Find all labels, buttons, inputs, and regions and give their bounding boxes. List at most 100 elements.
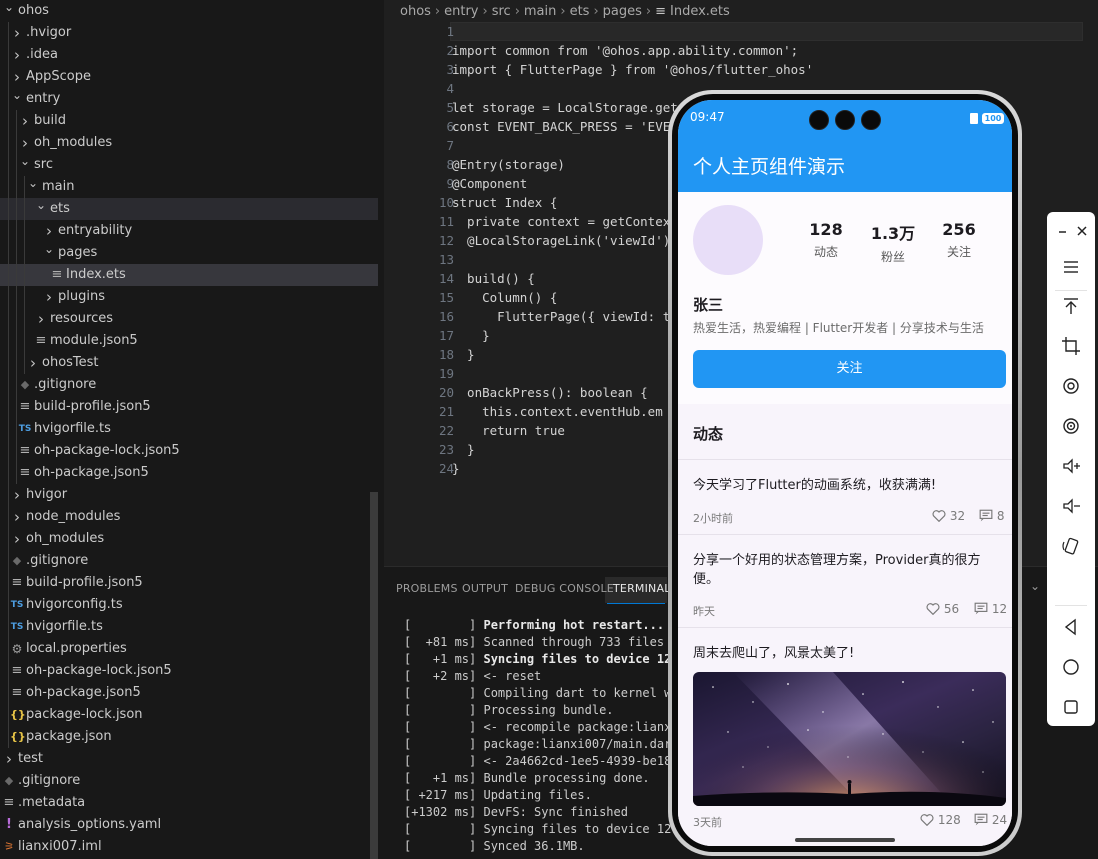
explorer-item[interactable]: ⌄ pages bbox=[0, 242, 378, 264]
explorer-item[interactable]: TS hvigorfile.ts bbox=[0, 418, 378, 440]
explorer-item[interactable]: › oh_modules bbox=[0, 132, 378, 154]
code-line: 3 import { FlutterPage } from '@ohos/flut… bbox=[384, 60, 1084, 79]
recent-icon[interactable] bbox=[1057, 693, 1085, 721]
line-number: 2 bbox=[446, 43, 454, 58]
explorer-item[interactable]: › ohosTest bbox=[0, 352, 378, 374]
top-icon[interactable] bbox=[1057, 292, 1085, 320]
indent-guide bbox=[8, 110, 9, 132]
home-icon[interactable] bbox=[1057, 653, 1085, 681]
screenshot-icon[interactable] bbox=[1057, 412, 1085, 440]
indent-guide bbox=[16, 286, 17, 308]
volume-down-icon[interactable] bbox=[1057, 492, 1085, 520]
explorer-item[interactable]: TS hvigorconfig.ts bbox=[0, 594, 378, 616]
like-count[interactable]: 56 bbox=[926, 602, 959, 616]
explorer-item[interactable]: ⌄ ets bbox=[0, 198, 378, 220]
explorer-item[interactable]: ≡ build-profile.json5 bbox=[0, 572, 378, 594]
explorer-item[interactable]: › test bbox=[0, 748, 378, 770]
explorer-item[interactable]: ⌄ ohos bbox=[0, 0, 378, 22]
explorer-item[interactable]: ⌄ main bbox=[0, 176, 378, 198]
gear-icon: ⚙ bbox=[11, 642, 23, 656]
terminal-line-prefix: [ +1 ms] bbox=[404, 652, 484, 666]
post-card[interactable]: 分享一个好用的状态管理方案，Provider真的很方便。 昨天 56 12 bbox=[678, 534, 1012, 627]
explorer-item[interactable]: ≡ .metadata bbox=[0, 792, 378, 814]
phone-screen[interactable]: 09:47 100 个人主页组件演示 128 动态 1.3万 粉丝 256 关注… bbox=[678, 100, 1012, 846]
explorer-item[interactable]: ◆ .gitignore bbox=[0, 550, 378, 572]
explorer-item[interactable]: › .idea bbox=[0, 44, 378, 66]
back-icon[interactable] bbox=[1057, 613, 1085, 641]
tab-problems[interactable]: PROBLEMS bbox=[396, 582, 458, 595]
explorer-item[interactable]: ⌄ entry bbox=[0, 88, 378, 110]
explorer-item[interactable]: ≡ Index.ets bbox=[0, 264, 378, 286]
tab-debug-console[interactable]: DEBUG CONSOLE bbox=[515, 582, 614, 595]
home-indicator[interactable] bbox=[795, 838, 895, 842]
crop-icon[interactable] bbox=[1057, 332, 1085, 360]
indent-guide bbox=[8, 726, 9, 748]
code-text: @Entry(storage) bbox=[452, 157, 565, 172]
explorer-item[interactable]: › plugins bbox=[0, 286, 378, 308]
explorer-item[interactable]: ≡ build-profile.json5 bbox=[0, 396, 378, 418]
explorer-item[interactable]: ≡ oh-package.json5 bbox=[0, 682, 378, 704]
explorer-item[interactable]: ≡ oh-package-lock.json5 bbox=[0, 660, 378, 682]
explorer-item[interactable]: › entryability bbox=[0, 220, 378, 242]
explorer-item[interactable]: ⚞ lianxi007.iml bbox=[0, 836, 378, 858]
explorer-item[interactable]: › oh_modules bbox=[0, 528, 378, 550]
like-count[interactable]: 32 bbox=[932, 509, 965, 523]
follow-button[interactable]: 关注 bbox=[693, 350, 1006, 388]
explorer-item[interactable]: ! analysis_options.yaml bbox=[0, 814, 378, 836]
comment-count[interactable]: 8 bbox=[979, 509, 1004, 523]
breadcrumb-item[interactable]: src bbox=[492, 4, 511, 19]
comment-count[interactable]: 12 bbox=[974, 602, 1007, 616]
breadcrumb-item[interactable]: ets bbox=[570, 4, 590, 19]
explorer-item[interactable]: {} package-lock.json bbox=[0, 704, 378, 726]
comment-count[interactable]: 24 bbox=[974, 813, 1007, 827]
explorer-item[interactable]: ◆ .gitignore bbox=[0, 770, 378, 792]
breadcrumb-item[interactable]: ohos bbox=[400, 4, 431, 19]
explorer-scrollbar[interactable] bbox=[370, 492, 378, 859]
stat-following[interactable]: 256 关注 bbox=[929, 220, 989, 260]
explorer-item[interactable]: ⌄ src bbox=[0, 154, 378, 176]
breadcrumb-item[interactable]: pages bbox=[603, 4, 642, 19]
volume-up-icon[interactable] bbox=[1057, 452, 1085, 480]
menu-icon[interactable] bbox=[1057, 252, 1085, 280]
avatar[interactable] bbox=[693, 205, 763, 275]
explorer-item[interactable]: {} package.json bbox=[0, 726, 378, 748]
explorer-item[interactable]: TS hvigorfile.ts bbox=[0, 616, 378, 638]
chevron-down-icon[interactable]: ⌄ bbox=[1030, 579, 1040, 593]
explorer-item[interactable]: ≡ oh-package.json5 bbox=[0, 462, 378, 484]
line-number: 16 bbox=[438, 309, 454, 324]
explorer-item[interactable]: › AppScope bbox=[0, 66, 378, 88]
indent-guide bbox=[16, 396, 17, 418]
explorer-item-label: resources bbox=[50, 311, 114, 326]
stat-followers[interactable]: 1.3万 粉丝 bbox=[863, 220, 923, 265]
explorer-item[interactable]: › node_modules bbox=[0, 506, 378, 528]
like-count[interactable]: 128 bbox=[920, 813, 961, 827]
explorer-item[interactable]: › .hvigor bbox=[0, 22, 378, 44]
explorer-item[interactable]: ≡ oh-package-lock.json5 bbox=[0, 440, 378, 462]
post-image[interactable] bbox=[693, 672, 1006, 806]
stat-posts[interactable]: 128 动态 bbox=[796, 220, 856, 260]
typescript-icon: TS bbox=[18, 424, 32, 434]
explorer-item[interactable]: › hvigor bbox=[0, 484, 378, 506]
tab-terminal[interactable]: TERMINAL bbox=[613, 582, 671, 595]
chevron-right-icon: › bbox=[46, 288, 52, 306]
post-card[interactable]: 周末去爬山了，风景太美了! 3天前 128 24 bbox=[678, 627, 1012, 846]
explorer-item[interactable]: › resources bbox=[0, 308, 378, 330]
rotate-icon[interactable] bbox=[1057, 372, 1085, 400]
explorer-item[interactable]: › build bbox=[0, 110, 378, 132]
shake-icon[interactable] bbox=[1057, 532, 1085, 560]
chevron-right-icon: › bbox=[14, 24, 20, 42]
breadcrumb-item[interactable]: entry bbox=[444, 4, 478, 19]
breadcrumb-item[interactable]: main bbox=[524, 4, 556, 19]
explorer-item-label: test bbox=[18, 751, 43, 766]
chevron-down-icon: ⌄ bbox=[43, 242, 55, 256]
line-number: 18 bbox=[438, 347, 454, 362]
post-card[interactable]: 今天学习了Flutter的动画系统，收获满满! 2小时前 32 8 bbox=[678, 459, 1012, 534]
explorer-item[interactable]: ⚙ local.properties bbox=[0, 638, 378, 660]
explorer-item[interactable]: ◆ .gitignore bbox=[0, 374, 378, 396]
tab-output[interactable]: OUTPUT bbox=[462, 582, 508, 595]
breadcrumb-item[interactable]: Index.ets bbox=[670, 4, 730, 19]
indent-guide bbox=[16, 418, 17, 440]
camera-icon bbox=[809, 110, 829, 130]
explorer-item[interactable]: ≡ module.json5 bbox=[0, 330, 378, 352]
close-icon[interactable] bbox=[1069, 216, 1097, 244]
